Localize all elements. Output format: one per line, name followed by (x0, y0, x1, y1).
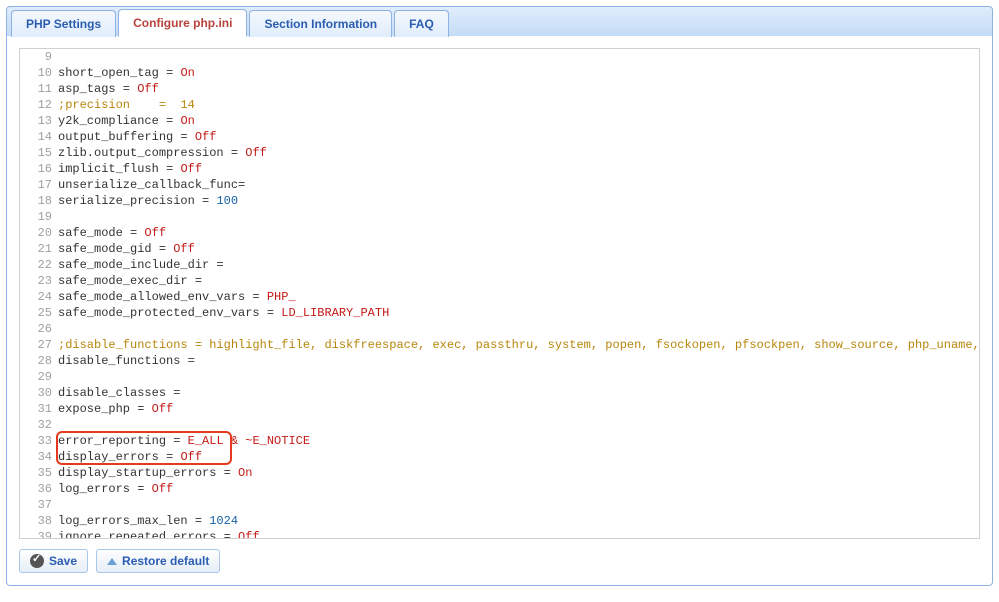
code-line[interactable]: safe_mode_protected_env_vars = LD_LIBRAR… (58, 305, 980, 321)
tab-bar: PHP Settings Configure php.ini Section I… (6, 6, 993, 36)
restore-button-label: Restore default (122, 554, 209, 568)
line-number: 39 (20, 529, 52, 539)
line-number-gutter: 9101112131415161718192021222324252627282… (20, 49, 58, 539)
editor-toolbar: Save Restore default (19, 549, 980, 573)
line-number: 11 (20, 81, 52, 97)
line-number: 15 (20, 145, 52, 161)
code-line[interactable]: disable_functions = (58, 353, 980, 369)
code-line[interactable]: display_errors = Off (58, 449, 980, 465)
tab-label: PHP Settings (26, 17, 101, 31)
line-number: 29 (20, 369, 52, 385)
line-number: 17 (20, 177, 52, 193)
code-line[interactable]: unserialize_callback_func= (58, 177, 980, 193)
line-number: 36 (20, 481, 52, 497)
code-line[interactable] (58, 49, 980, 65)
line-number: 14 (20, 129, 52, 145)
line-number: 35 (20, 465, 52, 481)
line-number: 9 (20, 49, 52, 65)
line-number: 33 (20, 433, 52, 449)
line-number: 31 (20, 401, 52, 417)
code-line[interactable]: display_startup_errors = On (58, 465, 980, 481)
line-number: 37 (20, 497, 52, 513)
line-number: 38 (20, 513, 52, 529)
code-line[interactable]: safe_mode_allowed_env_vars = PHP_ (58, 289, 980, 305)
code-line[interactable]: zlib.output_compression = Off (58, 145, 980, 161)
tab-label: Section Information (264, 17, 377, 31)
line-number: 25 (20, 305, 52, 321)
line-number: 32 (20, 417, 52, 433)
line-number: 26 (20, 321, 52, 337)
code-line[interactable]: implicit_flush = Off (58, 161, 980, 177)
code-line[interactable]: safe_mode_gid = Off (58, 241, 980, 257)
line-number: 28 (20, 353, 52, 369)
restore-icon (107, 558, 117, 565)
line-number: 23 (20, 273, 52, 289)
line-number: 13 (20, 113, 52, 129)
line-number: 21 (20, 241, 52, 257)
line-number: 24 (20, 289, 52, 305)
code-body[interactable]: short_open_tag = Onasp_tags = Off;precis… (58, 49, 980, 539)
code-line[interactable]: ignore_repeated_errors = Off (58, 529, 980, 539)
tab-configure-php-ini[interactable]: Configure php.ini (118, 9, 247, 37)
line-number: 16 (20, 161, 52, 177)
code-editor[interactable]: 9101112131415161718192021222324252627282… (19, 48, 980, 539)
code-line[interactable]: expose_php = Off (58, 401, 980, 417)
tab-section-information[interactable]: Section Information (249, 10, 392, 37)
save-button-label: Save (49, 554, 77, 568)
code-line[interactable]: ;precision = 14 (58, 97, 980, 113)
code-line[interactable] (58, 497, 980, 513)
code-line[interactable] (58, 321, 980, 337)
code-line[interactable]: ;disable_functions = highlight_file, dis… (58, 337, 980, 353)
save-button[interactable]: Save (19, 549, 88, 573)
restore-default-button[interactable]: Restore default (96, 549, 220, 573)
code-line[interactable] (58, 417, 980, 433)
check-circle-icon (30, 554, 44, 568)
code-line[interactable]: short_open_tag = On (58, 65, 980, 81)
line-number: 34 (20, 449, 52, 465)
line-number: 20 (20, 225, 52, 241)
code-line[interactable]: y2k_compliance = On (58, 113, 980, 129)
line-number: 22 (20, 257, 52, 273)
line-number: 19 (20, 209, 52, 225)
tab-label: Configure php.ini (133, 16, 232, 30)
tab-content: 9101112131415161718192021222324252627282… (6, 36, 993, 586)
tab-faq[interactable]: FAQ (394, 10, 449, 37)
code-line[interactable]: safe_mode = Off (58, 225, 980, 241)
code-line[interactable]: log_errors = Off (58, 481, 980, 497)
code-line[interactable]: serialize_precision = 100 (58, 193, 980, 209)
code-line[interactable]: safe_mode_exec_dir = (58, 273, 980, 289)
code-line[interactable]: asp_tags = Off (58, 81, 980, 97)
line-number: 18 (20, 193, 52, 209)
code-line[interactable]: disable_classes = (58, 385, 980, 401)
code-line[interactable]: output_buffering = Off (58, 129, 980, 145)
tab-php-settings[interactable]: PHP Settings (11, 10, 116, 37)
code-line[interactable] (58, 369, 980, 385)
tab-label: FAQ (409, 17, 434, 31)
line-number: 12 (20, 97, 52, 113)
code-line[interactable]: error_reporting = E_ALL & ~E_NOTICE (58, 433, 980, 449)
line-number: 27 (20, 337, 52, 353)
code-line[interactable]: safe_mode_include_dir = (58, 257, 980, 273)
code-line[interactable] (58, 209, 980, 225)
line-number: 10 (20, 65, 52, 81)
code-line[interactable]: log_errors_max_len = 1024 (58, 513, 980, 529)
line-number: 30 (20, 385, 52, 401)
